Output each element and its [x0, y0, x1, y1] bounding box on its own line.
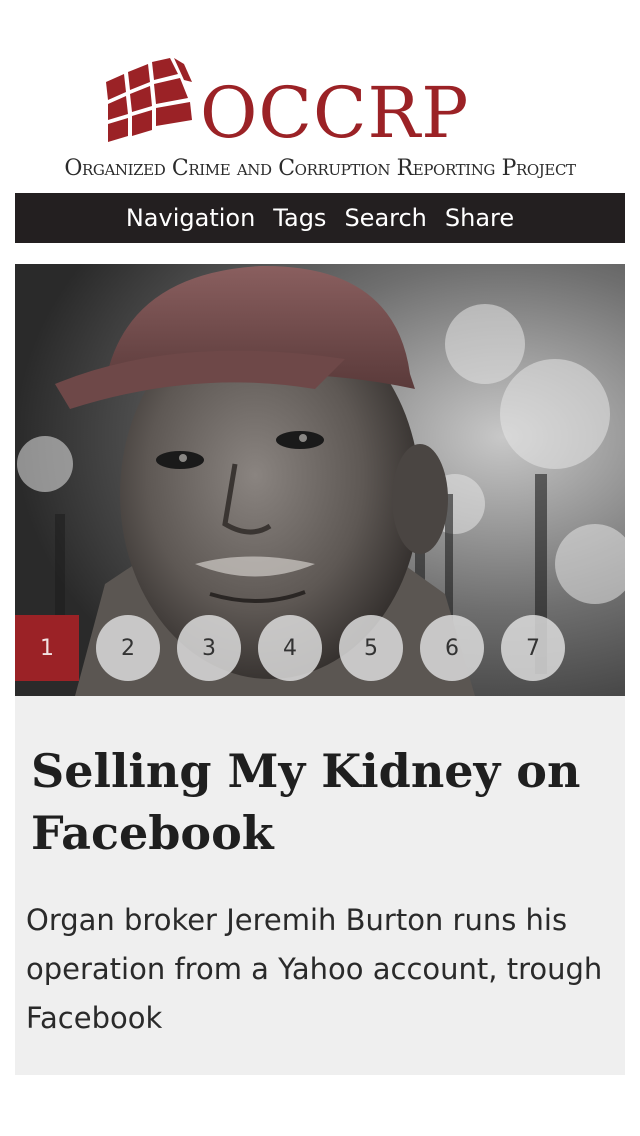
article-title[interactable]: Selling My Kidney on Facebook — [31, 740, 611, 864]
nav-share-link[interactable]: Share — [436, 204, 523, 232]
article-description: Organ broker Jeremih Burton runs his ope… — [26, 903, 603, 1035]
nav-tags-link[interactable]: Tags — [264, 204, 335, 232]
site-header: OCCRP Organized Crime and Corruption Rep… — [0, 0, 640, 190]
nav-navigation-link[interactable]: Navigation — [117, 204, 264, 232]
main-navbar: Navigation Tags Search Share — [15, 193, 625, 243]
pager-page-5[interactable]: 5 — [339, 615, 403, 681]
pager-page-3[interactable]: 3 — [177, 615, 241, 681]
pager-page-7[interactable]: 7 — [501, 615, 565, 681]
hero-slider[interactable]: 1 2 3 4 5 6 7 — [15, 264, 625, 696]
nav-search-link[interactable]: Search — [335, 204, 435, 232]
pager-page-6[interactable]: 6 — [420, 615, 484, 681]
site-tagline: Organized Crime and Corruption Reporting… — [64, 156, 576, 181]
pager-page-4[interactable]: 4 — [258, 615, 322, 681]
slider-pager: 1 2 3 4 5 6 7 — [15, 615, 625, 681]
globe-logo-icon[interactable] — [104, 52, 196, 148]
site-logo-wordmark[interactable]: OCCRP — [200, 78, 469, 148]
pager-page-2[interactable]: 2 — [96, 615, 160, 681]
article-card[interactable]: Selling My Kidney on Facebook Organ brok… — [15, 696, 625, 1075]
pager-page-1[interactable]: 1 — [15, 615, 79, 681]
